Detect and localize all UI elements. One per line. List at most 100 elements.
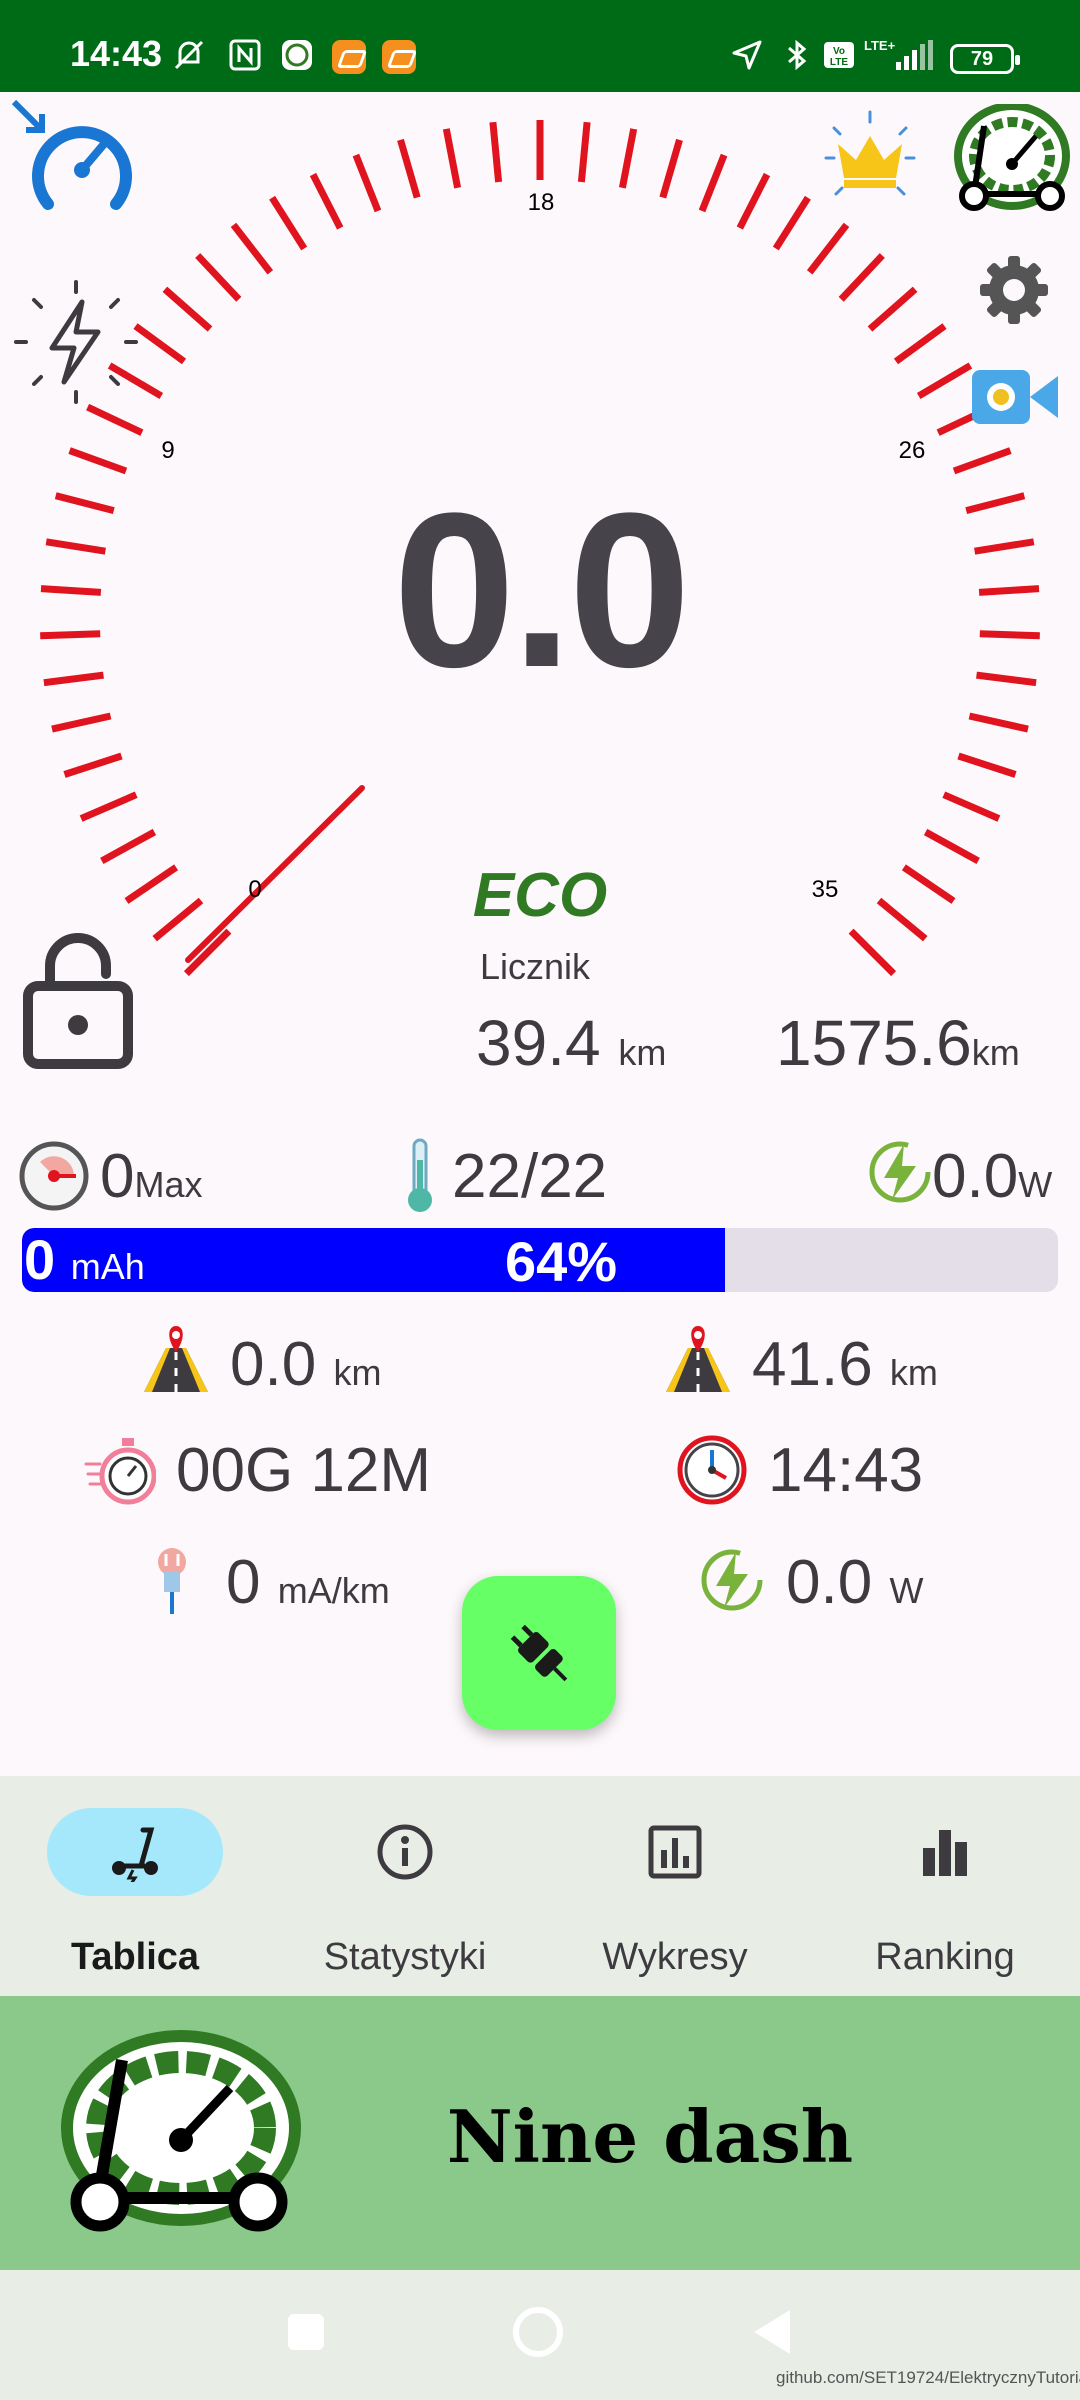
bottom-navigation: Tablica Statystyki Wykresy Ranking [0,1776,1080,1996]
bluetooth-icon [788,39,807,71]
unlock-icon[interactable] [20,930,136,1070]
gauge-tick-label-26: 26 [899,437,926,464]
gauge-tick [974,538,1035,555]
gauge-tick [942,791,1001,822]
gauge-tick [838,253,885,302]
gauge-tick [577,121,591,183]
status-time: 14:43 [70,33,163,74]
range-value: 41.6 [752,1330,873,1399]
banner-logo-icon [61,2030,301,2232]
ride-mode: ECO [472,861,608,930]
gauge-tick [698,153,728,213]
plug-disconnected-icon [510,1624,568,1682]
gauge-tick [772,195,811,251]
gauge-tick [923,828,980,864]
stopwatch-icon [84,1438,156,1505]
orange-app-icon [332,40,366,74]
clock: 14:43 [768,1436,924,1505]
battery-icon: 79 [950,44,1020,74]
gauge-tick-label-9: 9 [161,437,174,464]
trip-distance-value: 0.0 [230,1330,317,1399]
gauge-needle [185,785,365,963]
odometer-value: 1575.6 [776,1007,972,1079]
footer-url: github.com/SET19724/ElektrycznyTutorial [776,2368,1080,2387]
lte-signal-icon: LTE+ [864,38,933,70]
gauge-tick [269,195,308,251]
back-triangle-icon[interactable] [748,2306,796,2358]
gauge-tick [893,323,947,365]
nav-label-wykresy: Wykresy [602,1936,748,1978]
video-camera-icon[interactable] [970,364,1060,430]
gauge-tick [152,897,204,942]
gauge-tick [976,671,1037,687]
gauge-tick [489,121,503,183]
max-speed-label: Max [134,1164,203,1205]
trip-counter-unit: km [618,1032,667,1073]
scooter-icon [112,1827,158,1882]
bar-chart-icon [923,1830,967,1876]
max-speed: 0Max [100,1146,203,1208]
home-circle-icon[interactable] [510,2304,566,2360]
current-speed: 0.0 [393,467,691,713]
gauge-tick [867,286,918,332]
location-arrow-icon [732,40,762,70]
consumption-plug-icon [158,1548,186,1614]
gauge-tick [40,585,102,596]
gauge-tick [54,492,115,514]
consumption-value: 0 [226,1548,261,1617]
gauge-tick [162,286,213,332]
road-distance-icon [144,1326,208,1392]
nav-tab-statystyki[interactable]: Statystyki [270,1776,540,1996]
crown-icon[interactable] [820,110,920,206]
gauge-tick [806,222,850,275]
speedometer-icon[interactable] [12,100,140,216]
odometer-unit: km [971,1032,1020,1073]
gauge-tick [876,897,928,942]
info-icon [377,1824,433,1880]
gauge-tick-label-35: 35 [812,876,839,903]
app-logo-icon[interactable] [954,104,1070,216]
gauge-tick [100,828,157,864]
lightning-icon[interactable] [12,278,140,406]
nav-tab-tablica[interactable]: Tablica [0,1776,270,1996]
svg-text:Vo: Vo [833,46,845,57]
gauge-tick-label-18: 18 [528,189,555,216]
gauge-tick [736,172,771,230]
gauge-tick-label-0: 0 [248,876,261,903]
banner-title: Nine dash [446,2094,854,2179]
thermometer-icon [408,1138,432,1212]
gauge-tick [124,864,179,904]
gauge-tick [979,630,1040,640]
road-range-icon [666,1326,730,1392]
app-icon [282,40,312,70]
gauge-tick [916,362,973,400]
avg-power-bolt-icon [701,1549,763,1611]
orange-app-icon [382,40,416,74]
battery-mah: 0 mAh [24,1232,145,1295]
nav-tab-wykresy[interactable]: Wykresy [540,1776,810,1996]
nav-tab-ranking[interactable]: Ranking [810,1776,1080,1996]
gauge-tick [659,138,683,199]
settings-gear-icon[interactable] [978,254,1050,326]
avg-power-unit: W [889,1570,924,1611]
trip-counter-value: 39.4 [476,1007,601,1079]
gauge-tick [68,447,128,475]
gauge-tick [968,712,1029,733]
connect-button[interactable] [462,1576,616,1730]
gauge-tick [352,153,382,213]
recents-square-icon[interactable] [284,2310,328,2354]
trip-distance: 0.0 km [230,1334,381,1396]
consumption-unit: mA/km [277,1570,390,1611]
gauge-tick [195,253,242,302]
svg-text:LTE: LTE [830,57,848,68]
battery-mah-value: 0 [24,1228,56,1291]
gauge-tick [45,538,106,555]
gauge-tick [965,492,1026,514]
temperature: 22/22 [452,1142,608,1211]
gauge-tick [86,403,144,436]
max-speed-icon [19,1141,89,1211]
gauge-tick [51,712,112,733]
trip-distance-unit: km [333,1352,382,1393]
odometer: 1575.6km [776,1006,1020,1080]
gauge-tick [952,447,1012,475]
